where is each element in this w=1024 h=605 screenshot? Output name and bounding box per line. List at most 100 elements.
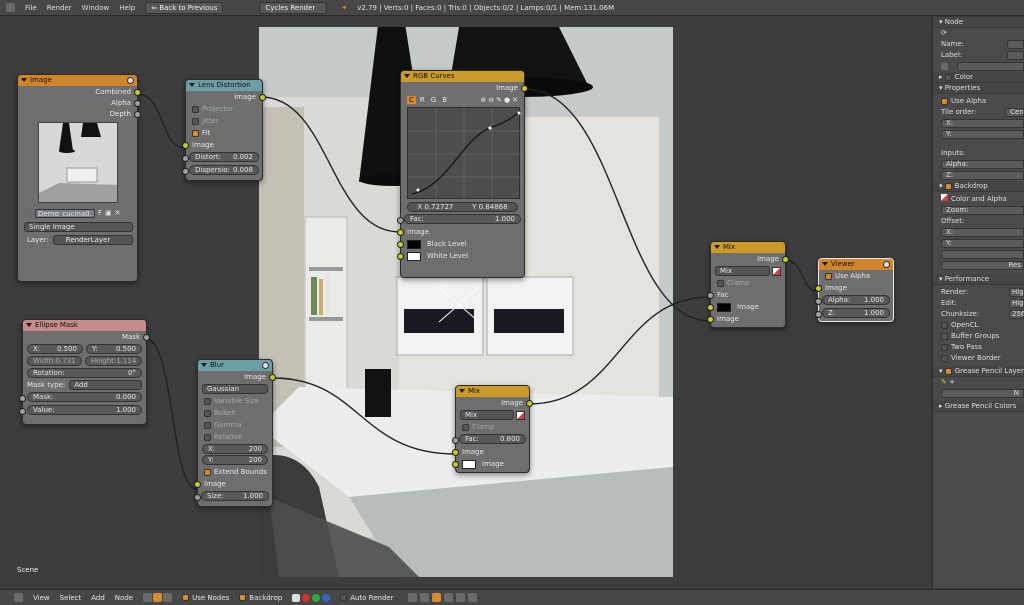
tab-c[interactable]: C	[407, 95, 416, 104]
output-socket[interactable]	[526, 399, 533, 407]
use-alpha-checkbox[interactable]: Use Alpha	[819, 270, 893, 282]
clamp-checkbox[interactable]: Clamp	[711, 277, 785, 289]
node-header[interactable]: Lens Distortion	[186, 80, 262, 91]
node-label-field[interactable]	[1007, 51, 1024, 60]
use-nodes-checkbox[interactable]: Use Nodes	[182, 594, 229, 602]
tab-g[interactable]: G	[429, 96, 438, 104]
rgb-curves-node[interactable]: RGB Curves Image C R G B ⊕ ⊖ ✎ ● ✕ X 0.7…	[397, 70, 528, 278]
mask-field[interactable]: Mask: 0.000	[27, 392, 142, 402]
opencl-checkbox[interactable]: OpenCL	[933, 320, 1024, 331]
node-header[interactable]: Ellipse Mask	[23, 320, 146, 331]
delete-point-icon[interactable]: ✕	[512, 96, 518, 104]
fake-user-toggle[interactable]: F	[98, 209, 102, 217]
auto-render-checkbox[interactable]: Auto Render	[340, 594, 394, 602]
refresh-icon[interactable]: ⟳	[933, 28, 1024, 39]
panel-performance-header[interactable]: ▾ Performance	[933, 274, 1024, 285]
input-socket[interactable]	[194, 493, 201, 501]
input-socket[interactable]	[182, 141, 189, 149]
pencil-icon[interactable]: ✎	[941, 378, 947, 386]
buffer-groups-checkbox[interactable]: Buffer Groups	[933, 331, 1024, 342]
clip-icon[interactable]: ●	[504, 96, 510, 104]
back-to-previous-button[interactable]: ⇐ Back to Previous	[145, 1, 224, 14]
relative-checkbox[interactable]: Relative	[198, 431, 272, 443]
offset-x-field[interactable]: X:	[941, 228, 1024, 237]
fac-field[interactable]: Fac: 0.800	[459, 434, 526, 444]
input-socket[interactable]	[707, 303, 714, 311]
menu-help[interactable]: Help	[119, 4, 135, 12]
blur-filter-select[interactable]: Gaussian	[202, 384, 268, 394]
use-alpha-icon[interactable]	[772, 266, 781, 276]
image-node[interactable]: Image Combined Alpha Depth Demo_cucina0.…	[17, 74, 141, 282]
width-field[interactable]: Width: 0.731	[27, 356, 82, 366]
node-header[interactable]: Blur	[198, 360, 272, 371]
image-browse-icon[interactable]	[24, 209, 32, 217]
render-layer-select[interactable]: RenderLayer	[52, 235, 133, 245]
sidebar-use-alpha-checkbox[interactable]: Use Alpha	[933, 96, 1024, 107]
inputs-alpha-field[interactable]: Alpha:	[941, 160, 1024, 169]
offset-y-field[interactable]: Y:	[941, 239, 1024, 248]
channel-buttons[interactable]	[292, 593, 331, 602]
fit-checkbox[interactable]: Fit	[186, 127, 262, 139]
menu-window[interactable]: Window	[82, 4, 110, 12]
output-socket[interactable]	[134, 99, 141, 107]
y-field[interactable]: Y: 0.500	[86, 344, 142, 354]
zoom-out-icon[interactable]: ⊖	[488, 96, 494, 104]
grease-layers-toggle[interactable]	[944, 367, 952, 375]
color-toggle[interactable]	[944, 73, 952, 81]
input-socket[interactable]	[397, 240, 404, 248]
input-socket[interactable]	[182, 154, 189, 162]
node-header[interactable]: Mix	[711, 242, 785, 253]
x-field[interactable]: X: 0.500	[27, 344, 83, 354]
panel-backdrop-header[interactable]: ▾ Backdrop	[933, 181, 1024, 192]
curve-point[interactable]	[488, 126, 492, 130]
output-socket[interactable]	[269, 373, 276, 381]
output-socket[interactable]	[521, 84, 528, 92]
move-button[interactable]	[941, 250, 1024, 259]
value-field[interactable]: Value: 1.000	[27, 405, 142, 415]
menu-add[interactable]: Add	[91, 594, 105, 602]
curve-widget[interactable]	[407, 107, 522, 200]
image-datablock-field[interactable]	[957, 62, 1024, 71]
rotation-field[interactable]: Rotation: 0°	[27, 368, 142, 378]
input-socket[interactable]	[397, 228, 404, 236]
wrench-icon[interactable]: ✎	[496, 96, 502, 104]
use-alpha-icon[interactable]	[516, 410, 525, 420]
projector-checkbox[interactable]: Projector	[186, 103, 262, 115]
input-socket[interactable]	[815, 284, 822, 292]
color-swatch[interactable]	[462, 459, 476, 469]
fac-field[interactable]: Fac: 1.000	[404, 214, 521, 224]
blend-mode-select[interactable]: Mix	[715, 266, 770, 276]
blur-x-field[interactable]: X: 200	[202, 444, 268, 454]
curve-point[interactable]	[517, 111, 521, 115]
open-folder-icon[interactable]: ▣	[105, 209, 112, 217]
input-socket[interactable]	[815, 310, 822, 318]
two-pass-checkbox[interactable]: Two Pass	[933, 342, 1024, 353]
bokeh-checkbox[interactable]: Bokeh	[198, 407, 272, 419]
node-name-field[interactable]	[1007, 40, 1024, 49]
output-socket[interactable]	[134, 110, 141, 118]
menu-node[interactable]: Node	[115, 594, 133, 602]
dispersion-field[interactable]: Dispersio: 0.008	[189, 165, 259, 175]
z-field[interactable]: Z: 1.000	[822, 308, 890, 318]
node-header[interactable]: Mix	[456, 386, 529, 397]
render-quality-select[interactable]: High	[1009, 288, 1024, 297]
input-socket[interactable]	[815, 297, 822, 305]
input-socket[interactable]	[707, 291, 714, 299]
tile-order-select[interactable]: Cent	[1005, 108, 1024, 117]
output-socket[interactable]	[259, 93, 266, 101]
clamp-checkbox[interactable]: Clamp	[456, 421, 529, 433]
panel-properties-header[interactable]: ▾ Properties	[933, 83, 1024, 94]
menu-file[interactable]: File	[25, 4, 37, 12]
input-socket[interactable]	[452, 460, 459, 468]
zoom-field[interactable]: Zoom:	[941, 206, 1024, 215]
ellipse-mask-node[interactable]: Ellipse Mask Mask X: 0.500 Y: 0.500 Width:…	[19, 319, 150, 425]
backdrop-checkbox[interactable]: Backdrop	[239, 594, 282, 602]
zoom-in-icon[interactable]: ⊕	[480, 96, 486, 104]
mix-node-lower[interactable]: Mix Image Mix Clamp Fac: 0.800 Image Imag…	[452, 385, 533, 473]
tab-b[interactable]: B	[440, 96, 449, 104]
tab-r[interactable]: R	[418, 96, 427, 104]
gamma-checkbox[interactable]: Gamma	[198, 419, 272, 431]
panel-color-header[interactable]: ▸ Color	[933, 72, 1024, 83]
blend-mode-select[interactable]: Mix	[460, 410, 514, 420]
edit-quality-select[interactable]: High	[1009, 299, 1024, 308]
